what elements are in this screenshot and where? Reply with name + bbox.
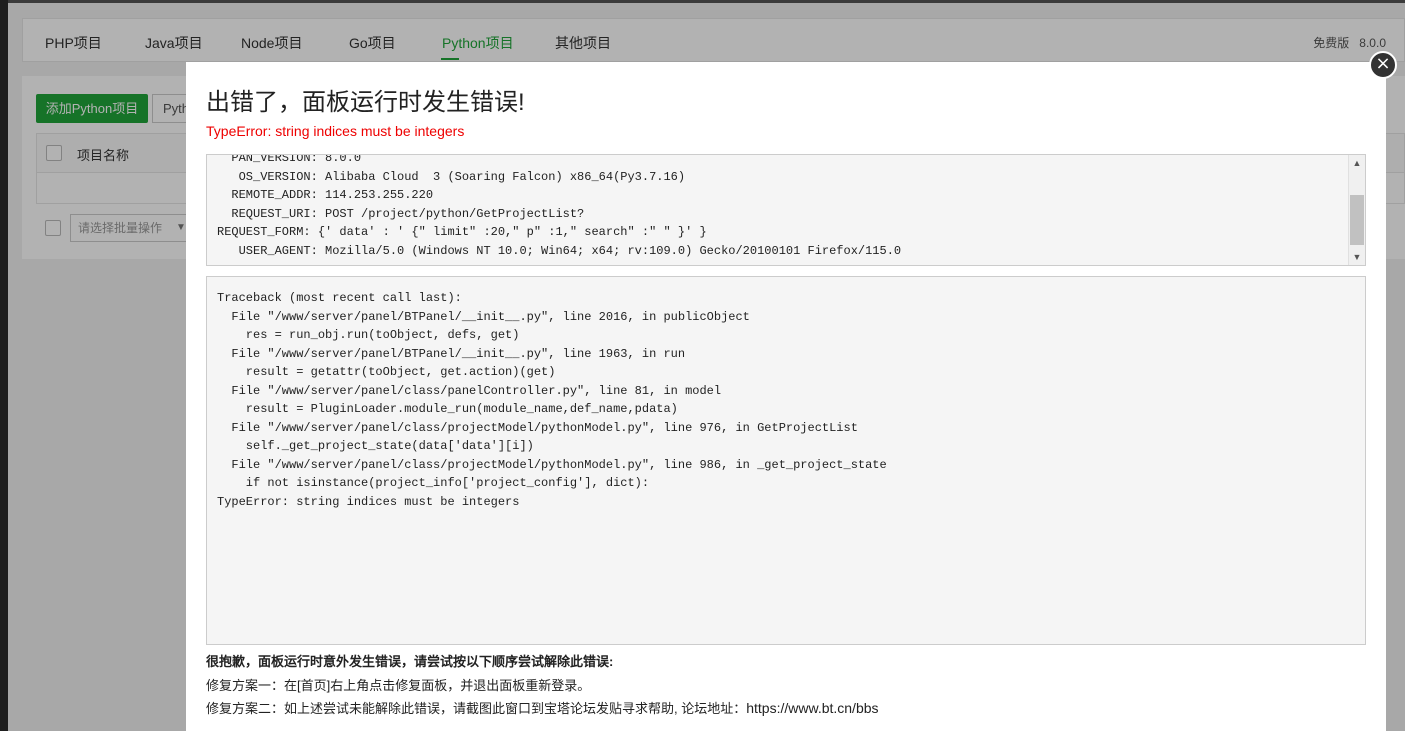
fix-option-1: 修复方案一：在[首页]右上角点击修复面板，并退出面板重新登录。 [206, 678, 591, 693]
traceback-line: File "/www/server/panel/class/projectMod… [217, 420, 858, 435]
close-icon[interactable]: × [1369, 51, 1397, 79]
fix-option-2-text: 修复方案二：如上述尝试未能解除此错误，请截图此窗口到宝塔论坛发贴寻求帮助, 论坛… [206, 701, 747, 716]
traceback-text: Traceback (most recent call last): File … [217, 289, 887, 511]
traceback-box[interactable]: Traceback (most recent call last): File … [206, 276, 1366, 645]
chevron-up-icon[interactable]: ▲ [1349, 155, 1365, 171]
error-summary: TypeError: string indices must be intege… [206, 123, 465, 139]
error-dialog: 出错了，面板运行时发生错误! TypeError: string indices… [186, 62, 1386, 731]
request-info-box[interactable]: PAN_VERSION: 8.0.0 OS_VERSION: Alibaba C… [206, 154, 1366, 266]
request-info-line: OS_VERSION: Alibaba Cloud 3 (Soaring Fal… [217, 169, 686, 184]
traceback-line: if not isinstance(project_info['project_… [217, 476, 650, 490]
request-info-line: PAN_VERSION: 8.0.0 [217, 154, 362, 165]
traceback-line: File "/www/server/panel/class/panelContr… [217, 383, 722, 398]
scrollbar-thumb[interactable] [1350, 195, 1364, 245]
request-info-line: REQUEST_FORM: {' data' : ' {" limit" :20… [217, 225, 707, 240]
traceback-line: File "/www/server/panel/BTPanel/__init__… [217, 309, 750, 324]
info-scrollbar[interactable]: ▲ ▼ [1348, 155, 1365, 265]
traceback-line: result = PluginLoader.module_run(module_… [217, 402, 678, 416]
traceback-line: res = run_obj.run(toObject, defs, get) [217, 328, 520, 342]
traceback-line: result = getattr(toObject, get.action)(g… [217, 365, 556, 379]
request-info-text: PAN_VERSION: 8.0.0 OS_VERSION: Alibaba C… [207, 154, 902, 261]
request-info-line: USER_AGENT: Mozilla/5.0 (Windows NT 10.0… [217, 243, 902, 258]
traceback-line: File "/www/server/panel/BTPanel/__init__… [217, 346, 686, 361]
traceback-line: TypeError: string indices must be intege… [217, 494, 520, 509]
dialog-title: 出错了，面板运行时发生错误! [206, 89, 525, 116]
help-title: 很抱歉，面板运行时意外发生错误，请尝试按以下顺序尝试解除此错误: [206, 654, 614, 669]
traceback-line: Traceback (most recent call last): [217, 291, 462, 305]
chevron-down-icon[interactable]: ▼ [1349, 249, 1365, 265]
request-info-line: REQUEST_URI: POST /project/python/GetPro… [217, 206, 585, 221]
traceback-line: File "/www/server/panel/class/projectMod… [217, 457, 887, 472]
request-info-line: REMOTE_ADDR: 114.253.255.220 [217, 188, 434, 203]
forum-link[interactable]: https://www.bt.cn/bbs [746, 700, 878, 716]
fix-option-2: 修复方案二：如上述尝试未能解除此错误，请截图此窗口到宝塔论坛发贴寻求帮助, 论坛… [206, 698, 879, 717]
traceback-line: self._get_project_state(data['data'][i]) [217, 439, 534, 453]
